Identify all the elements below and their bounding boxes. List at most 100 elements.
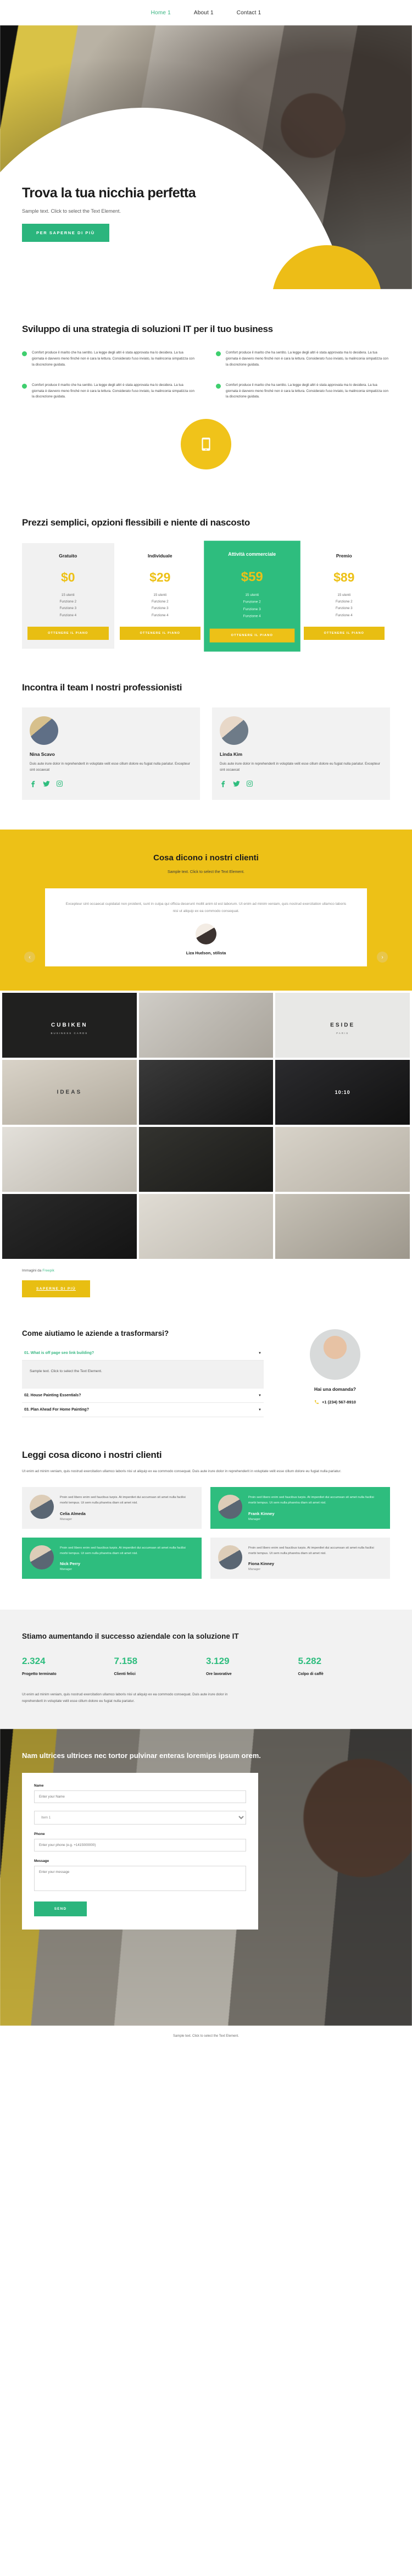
phone-input[interactable]	[34, 1838, 246, 1851]
pricing-card-business[interactable]: Attività commerciale $59 15 utenti Funzi…	[204, 540, 300, 651]
twitter-icon[interactable]	[43, 780, 50, 790]
field-message: Message	[34, 1859, 246, 1894]
plan-feature: Funzione 4	[59, 613, 77, 617]
pricing-card-premium[interactable]: Premio $89 15 utenti Funzione 2 Funzione…	[298, 543, 391, 649]
avatar	[30, 716, 58, 745]
review-text: Proin sed libero enim sed faucibus turpi…	[60, 1546, 186, 1556]
carousel-next-button[interactable]: ›	[377, 952, 388, 963]
nav-item-home[interactable]: Home 1	[151, 10, 171, 16]
stat-label: Ore lavorative	[206, 1672, 232, 1677]
bullet-dot-icon	[22, 351, 27, 357]
gallery-tile[interactable]	[2, 1194, 137, 1259]
gallery-tile[interactable]	[138, 993, 274, 1058]
gallery-cta-button[interactable]: SAPERNE DI PIÙ	[22, 1280, 90, 1297]
testimonials-title: Cosa dicono i nostri clienti	[153, 853, 259, 863]
gallery-tile-label: 10:10	[335, 1090, 350, 1095]
gallery-tile[interactable]: 10:10	[275, 1060, 410, 1125]
stat-label: Progetto terminato	[22, 1672, 57, 1677]
faq-question-label: 03. Plan Ahead For Home Painting?	[24, 1408, 89, 1412]
faq-contact-panel: Hai una domanda? +1 (234) 567-8910	[280, 1329, 390, 1417]
gallery-tile[interactable]	[275, 1194, 410, 1259]
faq-question-2[interactable]: 02. House Painting Essentials? ▼	[22, 1389, 264, 1403]
gallery-tile[interactable]: CUBIKEN BUSINESS CARDS	[2, 993, 137, 1058]
avatar	[218, 1494, 242, 1519]
faq-question-3[interactable]: 03. Plan Ahead For Home Painting? ▼	[22, 1403, 264, 1417]
plan-price: $0	[60, 570, 75, 584]
strategy-feature-item: Comfort produce il marito che ha sentito…	[216, 383, 390, 401]
plan-feature: Funzione 2	[335, 599, 353, 604]
chevron-down-icon: ▼	[258, 1351, 261, 1355]
bullet-dot-icon	[216, 351, 221, 357]
page-title: Trova la tua nicchia perfetta	[22, 185, 196, 201]
gallery-tile[interactable]	[138, 1127, 274, 1192]
review-author: Nick Perry	[60, 1561, 81, 1567]
plan-feature: Funzione 3	[335, 606, 353, 611]
plan-feature: Funzione 3	[59, 606, 77, 611]
strategy-feature-item: Comfort produce il marito che ha sentito…	[22, 383, 196, 401]
review-author: Fiona Kinney	[248, 1561, 275, 1567]
name-input[interactable]	[34, 1790, 246, 1803]
team-section: Incontra il team I nostri professionisti…	[0, 649, 412, 800]
pricing-card-free[interactable]: Gratuito $0 15 utenti Funzione 2 Funzion…	[22, 543, 114, 649]
gallery-tile[interactable]	[138, 1194, 274, 1259]
team-member-name: Nina Scavo	[30, 751, 55, 758]
stat-label: Colpo di caffè	[298, 1672, 324, 1677]
review-author: Celia Almeda	[60, 1511, 86, 1516]
message-input[interactable]	[34, 1865, 246, 1891]
stat-item: 2.324 Progetto terminato	[22, 1656, 114, 1676]
twitter-icon[interactable]	[233, 780, 240, 790]
gallery-tile[interactable]: IDEAS	[2, 1060, 137, 1125]
stat-value: 2.324	[22, 1656, 46, 1667]
team-member-bio: Duis aute irure dolor in reprehenderit i…	[30, 762, 191, 772]
team-title: Incontra il team I nostri professionisti	[22, 682, 182, 693]
plan-cta-button[interactable]: OTTENERE IL PIANO	[209, 628, 294, 642]
gallery-tile[interactable]: ESIDE PARIS	[275, 993, 410, 1058]
carousel-prev-button[interactable]: ‹	[24, 952, 35, 963]
plan-cta-button[interactable]: OTTENERE IL PIANO	[27, 627, 109, 640]
plan-price: $29	[149, 570, 171, 584]
reviews-lead: Ut enim ad minim veniam, quis nostrud ex…	[22, 1469, 342, 1474]
plan-name: Attività commerciale	[228, 551, 276, 557]
faq-question-1[interactable]: 01. What is off page seo link building? …	[22, 1346, 264, 1361]
review-author: Frank Kinney	[248, 1511, 275, 1516]
instagram-icon[interactable]	[246, 780, 253, 790]
send-button[interactable]: SEND	[34, 1901, 87, 1916]
strategy-feature-item: Comfort produce il marito che ha sentito…	[216, 350, 390, 368]
gallery-tile[interactable]	[2, 1127, 137, 1192]
contact-form: Name Item 1 Phone Message SEND	[22, 1772, 258, 1930]
nav-item-contact[interactable]: Contact 1	[237, 10, 261, 16]
page-root: Home 1 About 1 Contact 1 Trova la tua ni…	[0, 0, 412, 2049]
testimonial-quote: Excepteur sint occaecat cupidatat non pr…	[65, 902, 347, 913]
faq-answer-1: Sample text. Click to select the Text El…	[22, 1361, 264, 1389]
pricing-card-individual[interactable]: Individuale $29 15 utenti Funzione 2 Fun…	[114, 543, 207, 649]
stat-label: Clienti felici	[114, 1672, 136, 1677]
gallery-credit-prefix: Immagini da	[22, 1269, 43, 1273]
team-grid: Nina Scavo Duis aute irure dolor in repr…	[22, 707, 390, 800]
faq-contact-phone[interactable]: +1 (234) 567-8910	[280, 1400, 390, 1405]
item-select[interactable]: Item 1	[34, 1810, 246, 1825]
hero-cta-button[interactable]: PER SAPERNE DI PIÙ	[22, 224, 109, 242]
plan-cta-button[interactable]: OTTENERE IL PIANO	[303, 627, 385, 640]
instagram-icon[interactable]	[56, 780, 63, 790]
stats-section: Stiamo aumentando il successo aziendale …	[0, 1610, 412, 1729]
facebook-icon[interactable]	[220, 780, 227, 790]
testimonial-card: Excepteur sint occaecat cupidatat non pr…	[45, 888, 367, 966]
gallery-credit-link[interactable]: Freepik	[42, 1269, 54, 1273]
bullet-dot-icon	[22, 383, 27, 389]
gallery-tile[interactable]	[275, 1127, 410, 1192]
faq-phone-number: +1 (234) 567-8910	[322, 1400, 356, 1405]
avatar	[310, 1329, 360, 1380]
plan-cta-button[interactable]: OTTENERE IL PIANO	[119, 627, 201, 640]
plan-feature: 15 utenti	[245, 593, 259, 597]
reviews-section: Leggi cosa dicono i nostri clienti Ut en…	[0, 1417, 412, 1579]
stat-value: 3.129	[206, 1656, 230, 1667]
field-select: Item 1	[34, 1810, 246, 1825]
facebook-icon[interactable]	[30, 780, 37, 790]
gallery-tile[interactable]	[138, 1060, 274, 1125]
gallery-tile-label: ESIDE	[330, 1022, 355, 1029]
strategy-section: Sviluppo di una strategia di soluzioni I…	[0, 289, 412, 491]
plan-price: $89	[333, 570, 355, 584]
review-card: Proin sed libero enim sed faucibus turpi…	[210, 1537, 390, 1579]
nav-item-about[interactable]: About 1	[194, 10, 214, 16]
review-text: Proin sed libero enim sed faucibus turpi…	[248, 1495, 374, 1505]
